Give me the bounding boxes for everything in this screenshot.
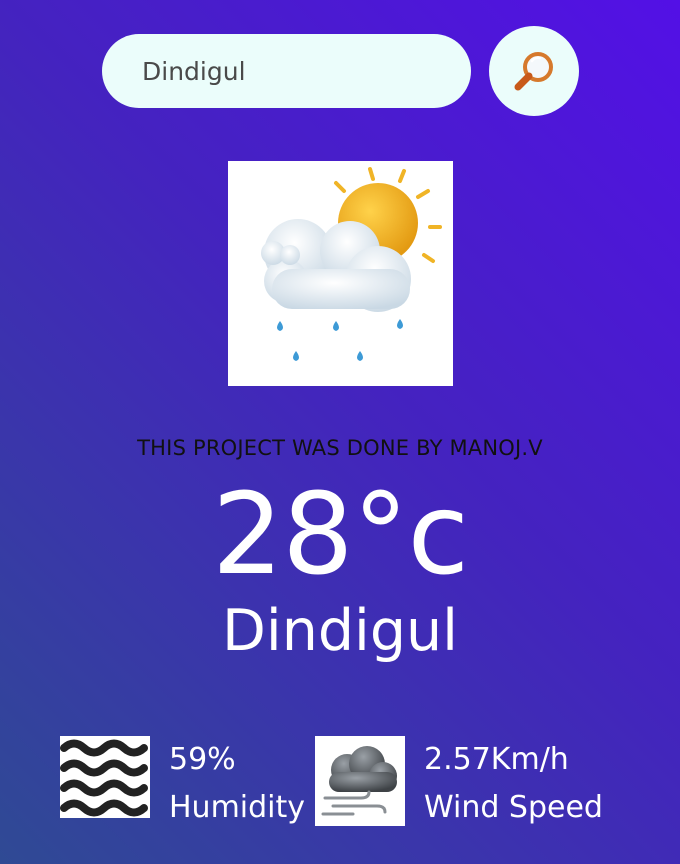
rain-sun-cloud-icon xyxy=(261,167,442,361)
city-search-input[interactable] xyxy=(140,55,444,87)
search-bar xyxy=(102,34,471,108)
wind-tile xyxy=(315,736,405,826)
weather-condition-image xyxy=(228,161,453,386)
waves-icon xyxy=(60,739,148,817)
magnifier-icon xyxy=(514,52,553,91)
temperature-value: 28°c xyxy=(211,470,469,600)
wind-cloud-icon xyxy=(321,746,397,816)
city-name: Dindigul xyxy=(221,598,458,664)
humidity-label: Humidity xyxy=(169,790,306,825)
wind-speed-label: Wind Speed xyxy=(424,790,603,825)
credit-text: THIS PROJECT WAS DONE BY MANOJ.V xyxy=(137,436,543,460)
wind-speed-value: 2.57Km/h xyxy=(424,742,569,777)
search-button[interactable] xyxy=(489,26,579,116)
humidity-value: 59% xyxy=(169,742,236,777)
humidity-tile xyxy=(60,736,150,818)
